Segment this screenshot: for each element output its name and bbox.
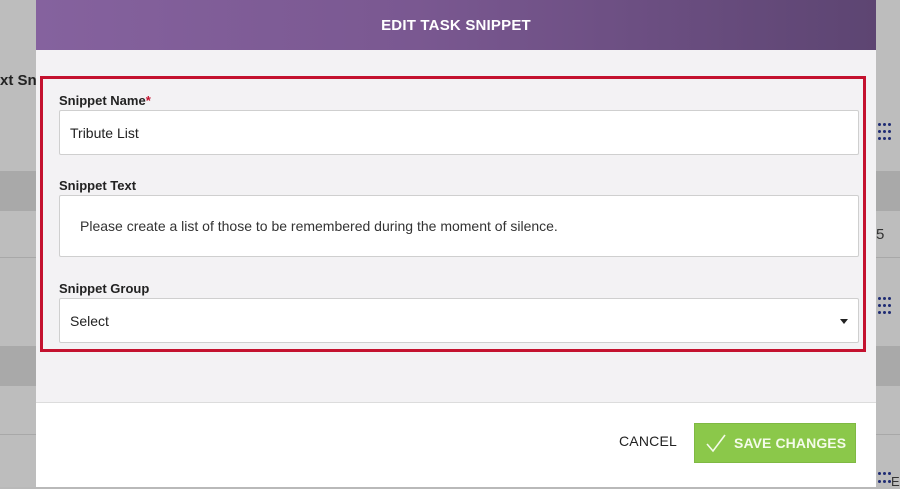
modal-title: EDIT TASK SNIPPET (381, 16, 531, 34)
grid-dots-icon[interactable] (878, 297, 891, 315)
caret-down-icon (840, 319, 848, 324)
cancel-button[interactable]: CANCEL (619, 433, 677, 449)
save-changes-button[interactable]: SAVE CHANGES (694, 423, 856, 463)
snippet-name-label: Snippet Name* (59, 93, 151, 108)
form-highlight-box: Snippet Name* Tribute List Snippet Text … (40, 76, 866, 352)
check-icon (706, 434, 726, 453)
snippet-text-textarea[interactable]: Please create a list of those to be reme… (59, 195, 859, 257)
snippet-text-value: Please create a list of those to be reme… (80, 218, 558, 234)
snippet-group-label: Snippet Group (59, 281, 150, 296)
modal-header: EDIT TASK SNIPPET (36, 0, 876, 50)
grid-dots-icon[interactable] (878, 472, 891, 484)
edit-snippet-modal: EDIT TASK SNIPPET Snippet Name* Tribute … (36, 0, 876, 487)
snippet-group-value: Select (70, 313, 109, 329)
snippet-group-select[interactable]: Select (59, 298, 859, 343)
save-changes-label: SAVE CHANGES (734, 435, 847, 451)
snippet-name-input[interactable]: Tribute List (59, 110, 859, 155)
bg-column-heading: xt Sn (0, 72, 37, 89)
bg-number: 5 (876, 226, 885, 243)
required-marker: * (145, 93, 151, 108)
grid-dots-icon[interactable] (878, 123, 891, 141)
snippet-name-value: Tribute List (70, 125, 139, 141)
modal-body: Snippet Name* Tribute List Snippet Text … (36, 50, 876, 403)
snippet-text-label: Snippet Text (59, 178, 137, 193)
